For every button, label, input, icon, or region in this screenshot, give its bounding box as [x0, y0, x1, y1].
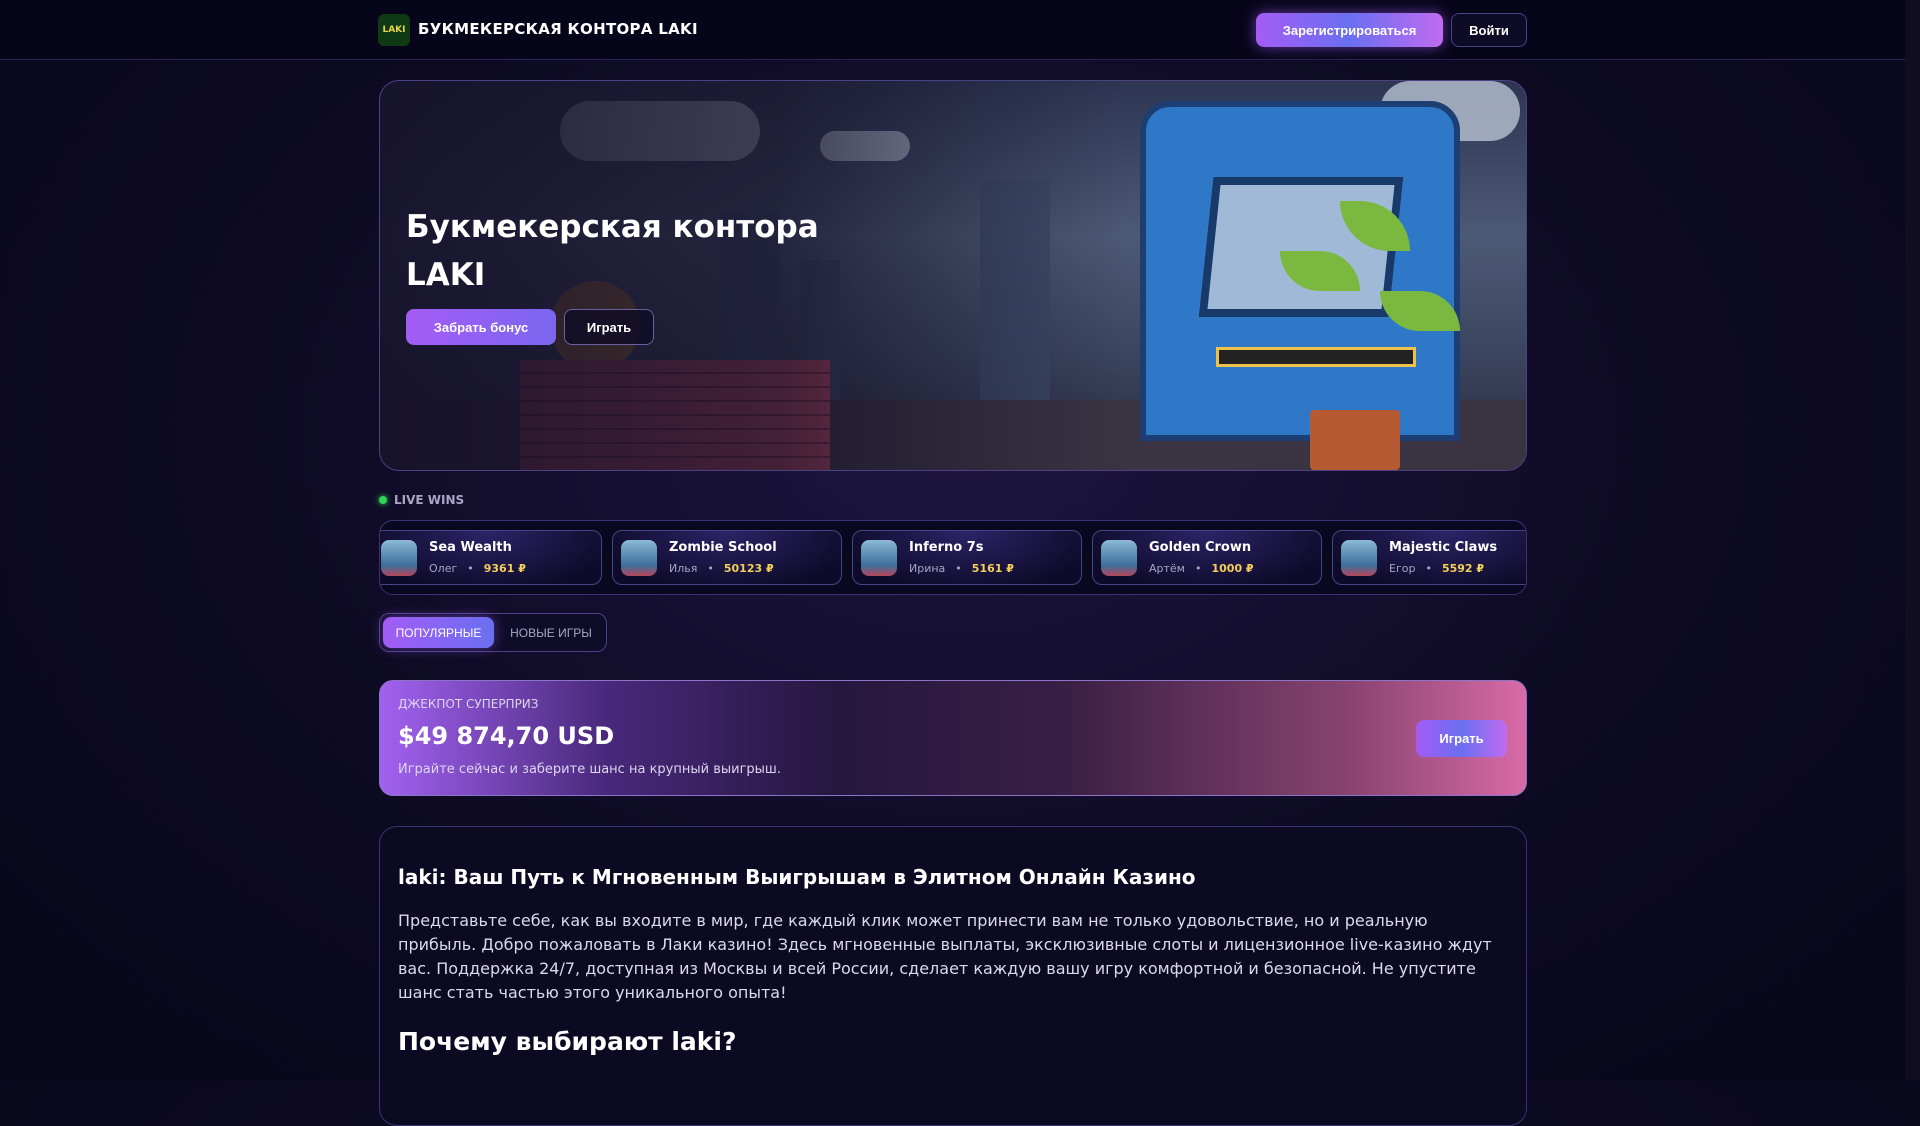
- win-amount: 50123 ₽: [723, 562, 774, 575]
- win-amount: 5592 ₽: [1441, 562, 1485, 575]
- separator-dot: •: [955, 562, 962, 575]
- separator-dot: •: [467, 562, 474, 575]
- separator-dot: •: [1194, 562, 1202, 575]
- game-name: Golden Crown: [1149, 540, 1252, 555]
- player-name: Артём: [1149, 562, 1185, 575]
- win-card[interactable]: Zombie School Илья • 50123 ₽: [612, 530, 842, 585]
- article-paragraph: Представьте себе, как вы входите в мир, …: [398, 911, 1492, 1002]
- game-thumbnail: [861, 540, 897, 576]
- hero-play-button[interactable]: Играть: [564, 309, 654, 345]
- game-name: Sea Wealth: [429, 540, 512, 555]
- page-scrollbar[interactable]: [1905, 0, 1920, 1080]
- jackpot-label: ДЖЕКПОТ СУПЕРПРИЗ: [398, 697, 539, 711]
- tab-popular[interactable]: ПОПУЛЯРНЫЕ: [383, 617, 494, 648]
- games-tabs: ПОПУЛЯРНЫЕ НОВЫЕ ИГРЫ: [379, 613, 607, 652]
- jackpot-amount: $49 874,70 USD: [398, 722, 615, 750]
- top-header: LAKI БУКМЕКЕРСКАЯ КОНТОРА LAKI Зарегистр…: [0, 0, 1905, 60]
- player-name: Ирина: [909, 562, 946, 575]
- player-name: Олег: [429, 562, 458, 575]
- separator-dot: •: [1425, 562, 1432, 575]
- claim-bonus-button[interactable]: Забрать бонус: [406, 309, 556, 345]
- win-amount: 5161 ₽: [971, 562, 1014, 575]
- win-amount: 9361 ₽: [483, 562, 526, 575]
- jackpot-banner: ДЖЕКПОТ СУПЕРПРИЗ $49 874,70 USD Играйте…: [379, 680, 1527, 796]
- win-card[interactable]: Inferno 7s Ирина • 5161 ₽: [852, 530, 1082, 585]
- hero-banner: Букмекерская контора LAKI Забрать бонус …: [379, 80, 1527, 471]
- live-dot-icon: [379, 496, 387, 504]
- live-wins-text: LIVE WINS: [394, 493, 465, 507]
- game-thumbnail: [1101, 540, 1137, 576]
- game-name: Majestic Claws: [1389, 540, 1498, 555]
- login-button[interactable]: Войти: [1451, 13, 1527, 47]
- logo[interactable]: LAKI: [378, 14, 410, 46]
- game-name: Zombie School: [669, 540, 777, 555]
- brand-title[interactable]: БУКМЕКЕРСКАЯ КОНТОРА LAKI: [418, 20, 698, 38]
- live-wins-label: LIVE WINS: [379, 493, 464, 507]
- separator-dot: •: [707, 562, 714, 575]
- tab-new-games[interactable]: НОВЫЕ ИГРЫ: [498, 617, 604, 648]
- player-name: Егор: [1389, 562, 1416, 575]
- win-amount: 1000 ₽: [1211, 562, 1254, 575]
- article-heading: laki: Ваш Путь к Мгновенным Выигрышам в …: [398, 865, 1196, 889]
- player-name: Илья: [669, 562, 698, 575]
- jackpot-play-button[interactable]: Играть: [1416, 720, 1507, 757]
- hero-title: Букмекерская контора LAKI: [406, 209, 819, 293]
- game-name: Inferno 7s: [909, 540, 984, 555]
- win-card[interactable]: Sea Wealth Олег • 9361 ₽: [380, 530, 602, 585]
- win-card[interactable]: Majestic Claws Егор • 5592 ₽: [1332, 530, 1526, 585]
- jackpot-description: Играйте сейчас и заберите шанс на крупны…: [398, 762, 781, 777]
- seo-article: laki: Ваш Путь к Мгновенным Выигрышам в …: [379, 826, 1527, 1126]
- live-wins-ticker: Sea Wealth Олег • 9361 ₽ Zombie School Илья •…: [379, 520, 1527, 595]
- register-button[interactable]: Зарегистрироваться: [1256, 13, 1443, 47]
- game-thumbnail: [621, 540, 657, 576]
- game-thumbnail: [381, 540, 417, 576]
- game-thumbnail: [1341, 540, 1377, 576]
- win-card[interactable]: Golden Crown Артём • 1000 ₽: [1092, 530, 1322, 585]
- article-subheading: Почему выбирают laki?: [398, 1027, 737, 1056]
